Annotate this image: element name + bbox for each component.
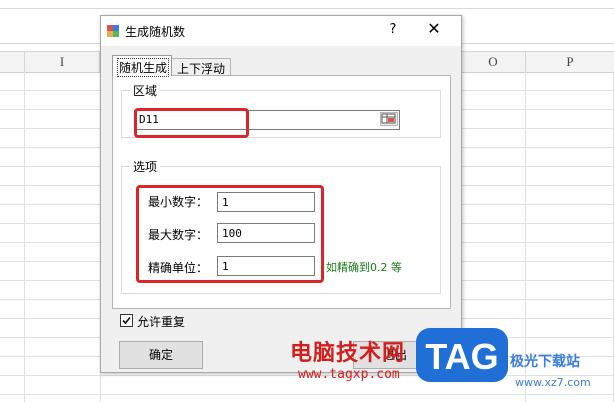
region-group-label: 区域 xyxy=(130,82,161,99)
tag-logo: TAG xyxy=(416,328,508,382)
ok-button[interactable]: 确定 xyxy=(119,341,203,369)
step-hint: 如精确到0.2 等 xyxy=(326,261,402,274)
close-button[interactable]: ✕ xyxy=(426,21,442,37)
range-select-icon xyxy=(381,113,396,124)
allow-repeat-checkbox[interactable] xyxy=(120,314,133,327)
column-header-o[interactable]: O xyxy=(461,52,526,72)
allow-repeat-label[interactable]: 允许重复 xyxy=(137,313,185,330)
gridline xyxy=(24,71,25,402)
watermark-site2-url: www.xz7.com xyxy=(515,376,591,389)
app-icon xyxy=(107,25,119,37)
watermark-site-name: 电脑技术网 xyxy=(290,341,406,366)
tab-label: 随机生成 xyxy=(116,58,170,77)
random-number-dialog: 生成随机数 ? ✕ 随机生成 上下浮动 区域 选项 D11 最小数字： 1 最大… xyxy=(100,15,462,373)
tab-float[interactable]: 上下浮动 xyxy=(171,58,231,76)
gridline xyxy=(0,394,614,395)
watermark-url: www.tagxp.com xyxy=(298,367,400,382)
column-header-p[interactable]: P xyxy=(526,52,614,72)
column-header-i[interactable]: I xyxy=(25,52,100,72)
tag-logo-text: TAG xyxy=(425,336,498,377)
options-highlight xyxy=(136,185,324,283)
dialog-title: 生成随机数 xyxy=(125,25,186,39)
ribbon-divider xyxy=(0,8,614,9)
checkmark-icon xyxy=(122,316,131,325)
range-select-button[interactable] xyxy=(380,112,398,126)
dialog-body: 随机生成 上下浮动 区域 选项 D11 最小数字： 1 最大数字： 100 精确… xyxy=(101,46,461,372)
tab-random-generate[interactable]: 随机生成 xyxy=(112,55,172,77)
watermark-site2: 极光下载站 xyxy=(510,354,580,370)
help-button[interactable]: ? xyxy=(386,22,400,37)
options-group-label: 选项 xyxy=(130,158,161,175)
row-header-corner[interactable] xyxy=(0,52,25,72)
region-highlight xyxy=(134,108,249,138)
dialog-titlebar[interactable]: 生成随机数 ? ✕ xyxy=(101,16,461,46)
